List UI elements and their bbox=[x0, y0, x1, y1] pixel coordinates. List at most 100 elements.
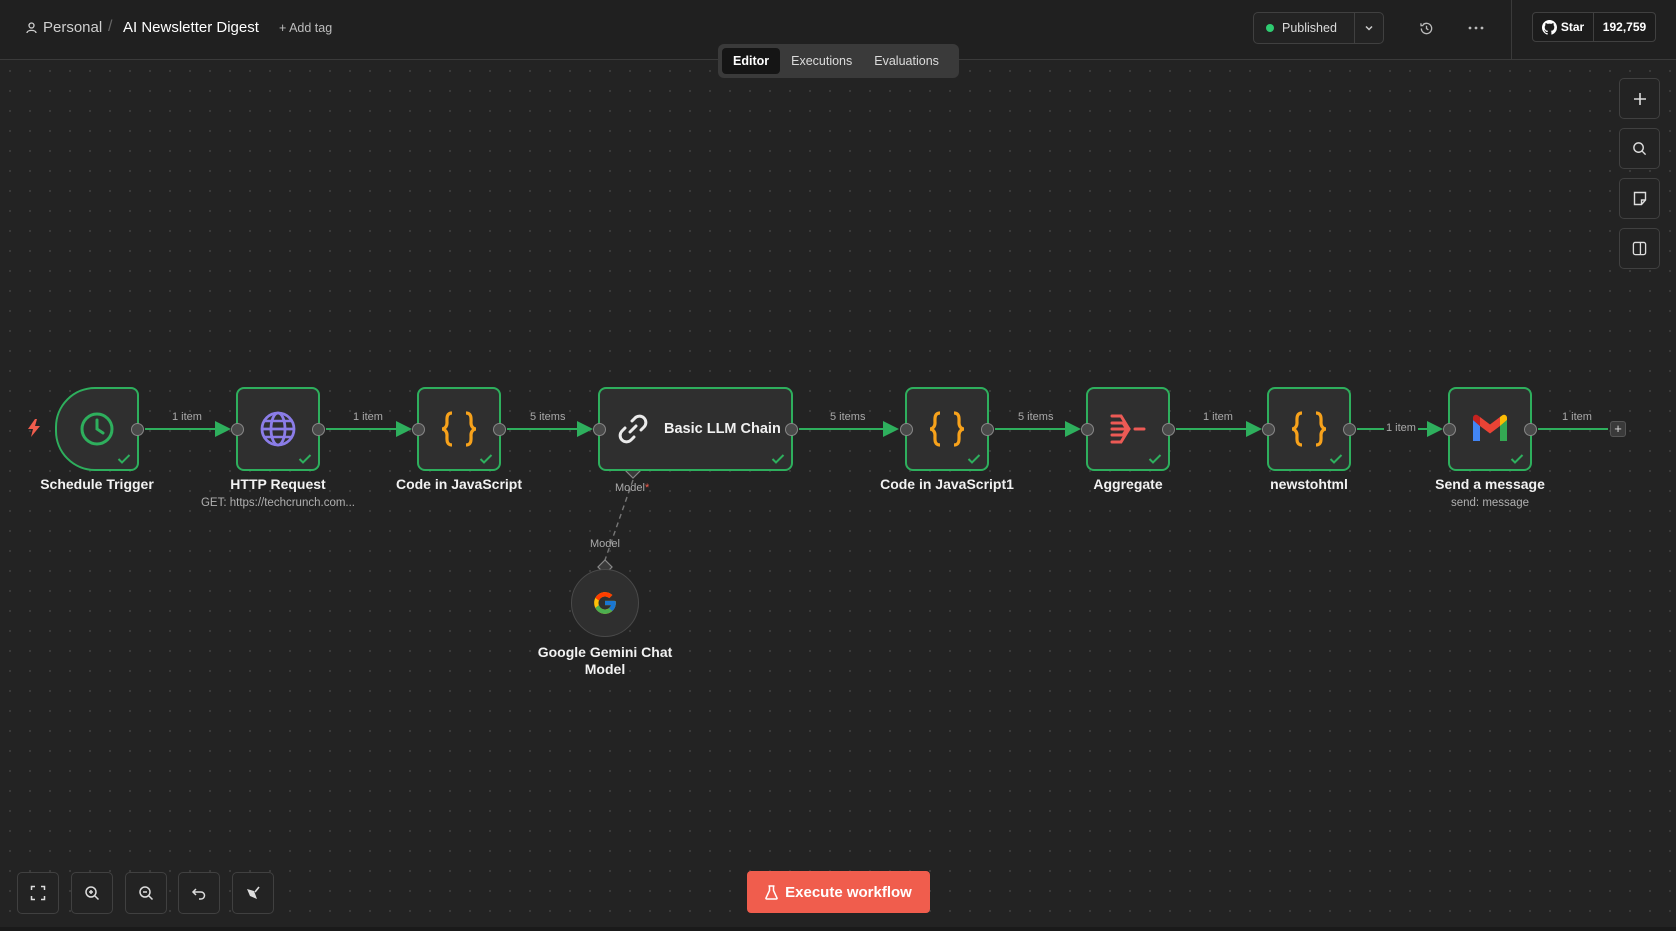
node-label: Code in JavaScript bbox=[395, 476, 523, 492]
success-check-icon bbox=[1510, 454, 1524, 464]
edge-item-count: 5 items bbox=[1018, 411, 1054, 423]
node-label-line2: Model bbox=[584, 661, 626, 677]
node-label: Code in JavaScript1 bbox=[880, 476, 1014, 492]
chevron-down-icon bbox=[1365, 25, 1373, 31]
add-node-panel-button[interactable] bbox=[1619, 78, 1660, 119]
success-check-icon bbox=[1148, 454, 1162, 464]
google-icon bbox=[594, 592, 616, 614]
output-handle[interactable] bbox=[493, 423, 506, 436]
execute-workflow-label: Execute workflow bbox=[785, 883, 912, 901]
history-button[interactable] bbox=[1415, 17, 1437, 39]
zoom-out-button[interactable] bbox=[125, 872, 167, 914]
input-handle[interactable] bbox=[1081, 423, 1094, 436]
edge-item-count: 1 item bbox=[172, 411, 202, 423]
node-label: HTTP Request bbox=[230, 476, 326, 492]
github-icon bbox=[1541, 19, 1557, 35]
node-subtitle: GET: https://techcrunch.com... bbox=[200, 497, 356, 509]
globe-icon bbox=[260, 411, 296, 447]
tab-editor[interactable]: Editor bbox=[722, 48, 781, 74]
edge-item-count: 1 item bbox=[1203, 411, 1233, 423]
input-handle[interactable] bbox=[231, 423, 244, 436]
tab-evaluations[interactable]: Evaluations bbox=[863, 48, 950, 74]
zoom-in-button[interactable] bbox=[71, 872, 113, 914]
input-handle[interactable] bbox=[1443, 423, 1456, 436]
braces-icon bbox=[929, 411, 965, 447]
execute-workflow-button[interactable]: Execute workflow bbox=[747, 871, 930, 913]
fit-view-button[interactable] bbox=[17, 872, 59, 914]
output-handle[interactable] bbox=[1343, 423, 1356, 436]
gemini-port-label: Model bbox=[590, 538, 620, 550]
output-handle[interactable] bbox=[981, 423, 994, 436]
clock-icon bbox=[80, 412, 114, 446]
trigger-bolt-icon bbox=[27, 419, 41, 442]
add-tag-button[interactable]: + Add tag bbox=[279, 21, 332, 35]
node-schedule-trigger[interactable] bbox=[55, 387, 144, 471]
input-handle[interactable] bbox=[900, 423, 913, 436]
github-star-widget[interactable]: Star 192,759 bbox=[1532, 12, 1656, 42]
node-label-line1: Google Gemini Chat bbox=[537, 644, 673, 660]
history-icon bbox=[1419, 22, 1432, 34]
add-node-button[interactable]: + bbox=[1610, 421, 1626, 437]
workflow-title-text: AI Newsletter Digest bbox=[123, 19, 259, 36]
header-divider bbox=[1511, 0, 1512, 60]
edge-item-count: 1 item bbox=[353, 411, 383, 423]
node-google-gemini-chat-model[interactable] bbox=[571, 569, 639, 637]
output-handle[interactable] bbox=[785, 423, 798, 436]
breadcrumb-separator: / bbox=[108, 18, 113, 35]
publish-dropdown-button[interactable] bbox=[1354, 13, 1383, 43]
breadcrumb-project-label: Personal bbox=[43, 19, 103, 36]
publish-control: Published bbox=[1253, 12, 1384, 44]
node-label: Aggregate bbox=[1093, 476, 1163, 492]
github-star-button[interactable]: Star bbox=[1533, 13, 1594, 41]
node-title: Basic LLM Chain bbox=[664, 421, 781, 437]
tidy-up-button[interactable] bbox=[232, 872, 274, 914]
breadcrumb-project[interactable]: Personal bbox=[26, 19, 102, 36]
search-nodes-button[interactable] bbox=[1619, 128, 1660, 169]
workflow-canvas[interactable] bbox=[0, 61, 1676, 929]
undo-button[interactable] bbox=[178, 872, 220, 914]
output-handle[interactable] bbox=[312, 423, 325, 436]
node-send-message[interactable] bbox=[1443, 387, 1537, 471]
success-check-icon bbox=[1329, 454, 1343, 464]
node-label: Schedule Trigger bbox=[40, 476, 154, 492]
sticky-note-button[interactable] bbox=[1619, 178, 1660, 219]
undo-icon bbox=[191, 888, 206, 900]
input-handle[interactable] bbox=[412, 423, 425, 436]
input-handle[interactable] bbox=[1262, 423, 1275, 436]
toggle-panel-button[interactable] bbox=[1619, 228, 1660, 269]
node-basic-llm-chain[interactable]: Basic LLM Chain bbox=[593, 387, 798, 471]
success-check-icon bbox=[117, 454, 131, 464]
gmail-icon bbox=[1473, 414, 1507, 441]
success-check-icon bbox=[479, 454, 493, 464]
workflow-title[interactable]: AI Newsletter Digest bbox=[123, 19, 259, 36]
required-marker: * bbox=[644, 482, 650, 494]
node-subtitle: send: message bbox=[1451, 497, 1529, 509]
input-handle[interactable] bbox=[593, 423, 606, 436]
output-handle[interactable] bbox=[131, 423, 144, 436]
search-icon bbox=[1633, 142, 1647, 156]
panel-icon bbox=[1632, 241, 1647, 256]
user-icon bbox=[26, 21, 37, 33]
canvas-bottom-edge bbox=[0, 927, 1676, 931]
flask-icon bbox=[765, 884, 778, 900]
node-http-request[interactable] bbox=[231, 387, 325, 471]
status-dot bbox=[1266, 24, 1274, 32]
more-options-button[interactable] bbox=[1465, 17, 1487, 39]
github-star-label: Star bbox=[1560, 20, 1585, 34]
output-handle[interactable] bbox=[1162, 423, 1175, 436]
tab-executions[interactable]: Executions bbox=[780, 48, 863, 74]
node-newstohtml[interactable] bbox=[1262, 387, 1356, 471]
node-code-javascript[interactable] bbox=[412, 387, 506, 471]
node-code-javascript1[interactable] bbox=[900, 387, 994, 471]
output-handle[interactable] bbox=[1524, 423, 1537, 436]
publish-status-button[interactable]: Published bbox=[1254, 13, 1354, 43]
llm-model-port-label: Model* bbox=[615, 482, 649, 494]
zoom-in-icon bbox=[85, 886, 100, 901]
port-label-text: Model bbox=[615, 482, 645, 494]
view-tabs: Editor Executions Evaluations bbox=[718, 44, 959, 78]
braces-icon bbox=[441, 411, 477, 447]
edge-item-count: 1 item bbox=[1384, 422, 1418, 434]
note-icon bbox=[1633, 191, 1646, 206]
plus-icon bbox=[1633, 92, 1646, 105]
node-aggregate[interactable] bbox=[1081, 387, 1175, 471]
